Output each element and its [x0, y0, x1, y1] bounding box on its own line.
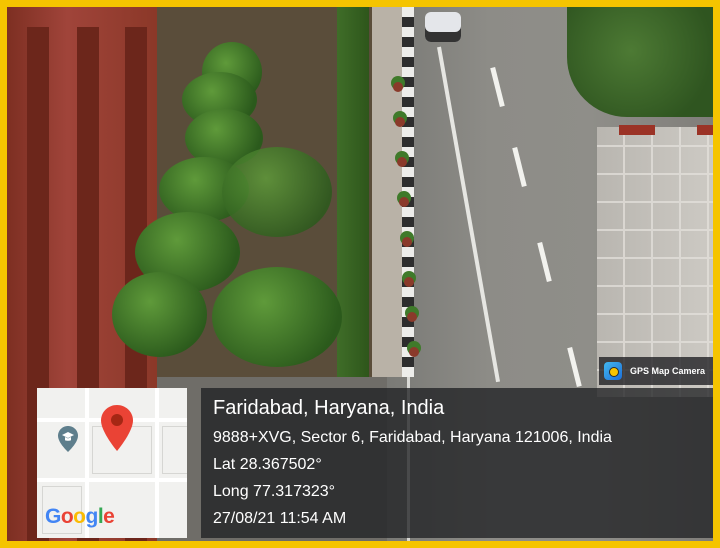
longitude: Long 77.317323°	[213, 483, 336, 500]
address-line: 9888+XVG, Sector 6, Faridabad, Haryana 1…	[213, 429, 612, 446]
school-icon	[58, 426, 78, 452]
hedge	[337, 7, 369, 377]
white-car	[425, 12, 461, 42]
tree-canopy	[222, 147, 332, 237]
google-logo: Google	[45, 505, 115, 528]
location-title: Faridabad, Haryana, India	[213, 397, 445, 419]
bench	[697, 125, 713, 135]
camera-icon	[604, 362, 622, 380]
map-pin-icon	[101, 405, 133, 451]
location-info-panel: Faridabad, Haryana, India 9888+XVG, Sect…	[201, 388, 713, 538]
footpath	[367, 7, 405, 377]
photo-frame: GPS Map Camera Google Faridabad, Haryana…	[0, 0, 720, 548]
app-name: GPS Map Camera	[630, 366, 706, 376]
map-thumbnail[interactable]: Google	[37, 388, 187, 538]
tree-canopy	[212, 267, 342, 367]
app-badge: GPS Map Camera	[599, 357, 713, 385]
date-time: 27/08/21 11:54 AM	[213, 510, 347, 527]
trees	[567, 7, 713, 117]
bench	[619, 125, 655, 135]
latitude: Lat 28.367502°	[213, 456, 322, 473]
shrub	[112, 272, 207, 357]
